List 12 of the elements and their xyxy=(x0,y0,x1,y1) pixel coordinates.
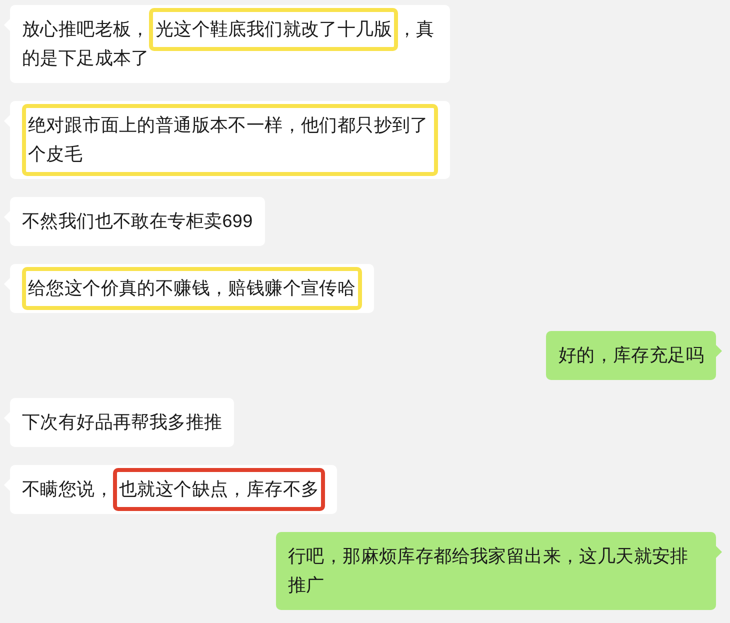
message-text: 下次有好品再帮我多推推 xyxy=(22,411,222,434)
highlighted-text: 也就这个缺点，库存不多 xyxy=(113,468,326,511)
highlighted-text: 绝对跟市面上的普通版本不一样，他们都只抄到了个皮毛 xyxy=(22,104,438,176)
message-text: 的是下足成本了 xyxy=(22,47,150,70)
message-text: 放心推吧老板， xyxy=(22,18,150,41)
highlighted-text: 光这个鞋底我们就改了十几版 xyxy=(149,8,398,51)
message-text: 不瞒您说， xyxy=(22,478,113,501)
message-text: 好的，库存充足吗 xyxy=(558,344,704,367)
highlighted-text: 给您这个价真的不赚钱，赔钱赚个宣传哈 xyxy=(22,267,362,310)
message-text: 不然我们也不敢在专柜卖699 xyxy=(22,210,253,233)
message-text: ，真 xyxy=(398,18,434,41)
message-text: 行吧，那麻烦库存都给我家留出来，这几天就安排推广 xyxy=(288,545,690,597)
